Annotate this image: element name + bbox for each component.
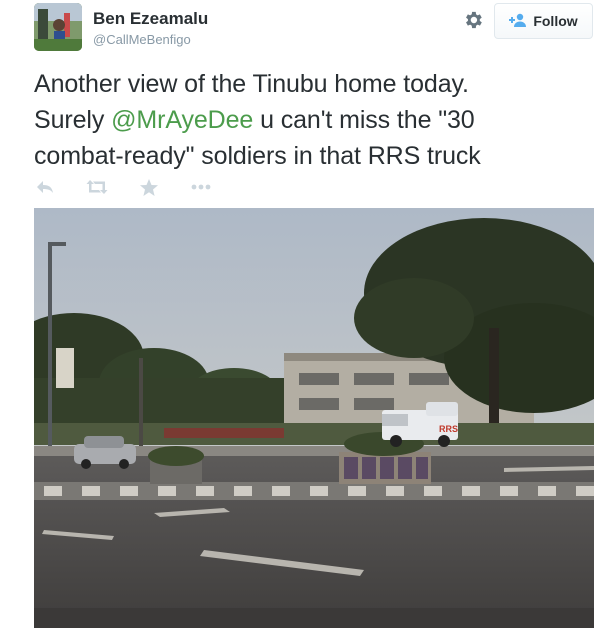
mention-link[interactable]: @MrAyeDee (111, 106, 253, 134)
avatar[interactable] (34, 3, 82, 51)
follow-button[interactable]: Follow (494, 3, 593, 39)
tweet-line-3: combat-ready" soldiers in that RRS truck (34, 142, 481, 170)
add-user-icon (509, 13, 527, 30)
gear-icon[interactable] (462, 9, 484, 31)
retweet-icon[interactable] (86, 177, 108, 197)
tweet-line-2-prefix: Surely (34, 106, 112, 134)
road (34, 453, 594, 628)
road-foreground (34, 608, 594, 628)
plant-left (148, 446, 204, 466)
follow-label: Follow (533, 13, 578, 29)
reply-icon[interactable] (34, 177, 56, 197)
tweet-photo[interactable]: RRS (34, 208, 594, 628)
author-name[interactable]: Ben Ezeamalu (93, 9, 208, 29)
tweet-text: Another view of the Tinubu home today. S… (34, 66, 599, 174)
tweet-actions (34, 176, 242, 198)
more-icon[interactable] (190, 177, 212, 197)
truck-marking: RRS (439, 424, 458, 434)
tweet-line-2-suffix: u can't miss the "30 (253, 106, 475, 134)
tweet-line-2: Surely @MrAyeDee u can't miss the "30 (34, 102, 599, 138)
favorite-icon[interactable] (138, 177, 160, 197)
tweet-line-1: Another view of the Tinubu home today. (34, 70, 469, 98)
author-handle[interactable]: @CallMeBenfigo (93, 32, 191, 47)
fence-wall (164, 428, 284, 438)
median-curb (34, 482, 594, 500)
